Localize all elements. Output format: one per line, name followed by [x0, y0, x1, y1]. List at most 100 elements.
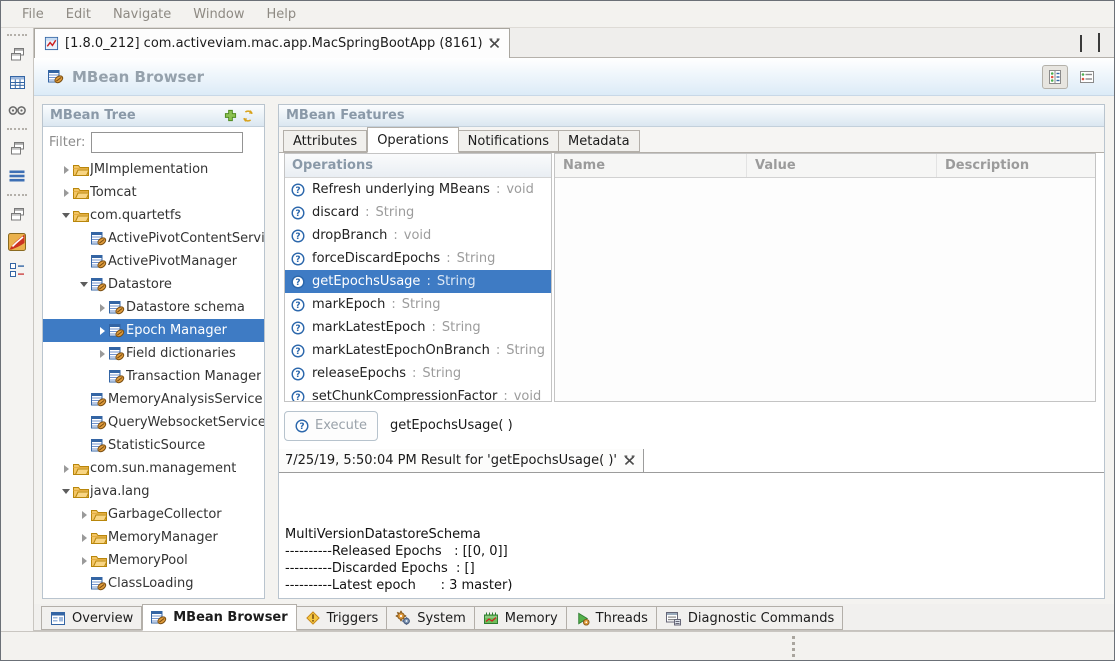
- menu-item-file[interactable]: File: [11, 3, 55, 26]
- bottom-tab-label: Diagnostic Commands: [688, 611, 834, 626]
- list-view-button[interactable]: [1074, 65, 1100, 89]
- menu-item-help[interactable]: Help: [256, 3, 308, 26]
- toolbar-button-cascade-windows[interactable]: [4, 41, 30, 67]
- execute-button[interactable]: ? Execute: [284, 411, 378, 441]
- operation-item-marklatestepoch[interactable]: ?markLatestEpoch : String: [285, 316, 551, 339]
- add-connection-button[interactable]: [221, 107, 239, 125]
- tree-item-label: Transaction Manager: [126, 369, 261, 384]
- menu-item-edit[interactable]: Edit: [55, 3, 102, 26]
- operations-list-panel: Operations ?Refresh underlying MBeans : …: [284, 153, 552, 402]
- expander-icon[interactable]: [95, 327, 109, 335]
- bottom-tab-triggers[interactable]: Triggers: [297, 606, 388, 630]
- question-icon: ?: [295, 419, 309, 433]
- bottom-tab-mbean-browser[interactable]: MBean Browser: [142, 604, 296, 631]
- maximize-button[interactable]: [1098, 36, 1100, 51]
- operation-item-markepoch[interactable]: ?markEpoch : String: [285, 293, 551, 316]
- tree-item-memorypool[interactable]: MemoryPool: [43, 549, 264, 572]
- tree-item-datastore-schema[interactable]: Datastore schema: [43, 296, 264, 319]
- refresh-button[interactable]: [239, 107, 257, 125]
- filter-input[interactable]: [91, 132, 243, 153]
- bottom-tab-memory[interactable]: Memory: [475, 606, 567, 630]
- tab-attributes[interactable]: Attributes: [283, 130, 367, 152]
- tree-item-memoryanalysisservice[interactable]: MemoryAnalysisService: [43, 388, 264, 411]
- close-icon[interactable]: [624, 455, 635, 466]
- column-header-description[interactable]: Description: [937, 154, 1095, 177]
- toolbar-button-data-table[interactable]: [4, 69, 30, 95]
- split-view-button[interactable]: [1042, 65, 1068, 89]
- overview-icon: [50, 611, 66, 626]
- expander-icon[interactable]: [77, 511, 91, 519]
- tree-item-datastore[interactable]: Datastore: [43, 273, 264, 296]
- tree-item-com-sun-management[interactable]: com.sun.management: [43, 457, 264, 480]
- expander-icon[interactable]: [95, 350, 109, 358]
- minimize-button[interactable]: [1080, 36, 1082, 51]
- toolbar-button-cascade-windows[interactable]: [4, 135, 30, 161]
- operation-item-dropbranch[interactable]: ?dropBranch : void: [285, 224, 551, 247]
- tree-item-tomcat[interactable]: Tomcat: [43, 181, 264, 204]
- tree-item-statisticsource[interactable]: StatisticSource: [43, 434, 264, 457]
- tree-item-field-dictionaries[interactable]: Field dictionaries: [43, 342, 264, 365]
- operation-return-type: String: [442, 320, 481, 335]
- drag-handle-icon[interactable]: [792, 636, 795, 657]
- tree-item-memorymanager[interactable]: MemoryManager: [43, 526, 264, 549]
- close-icon[interactable]: [489, 38, 500, 49]
- tree-item-garbagecollector[interactable]: GarbageCollector: [43, 503, 264, 526]
- bottom-tab-diagnostic-commands[interactable]: Diagnostic Commands: [657, 606, 843, 630]
- operation-item-setchunkcompressionfactor[interactable]: ?setChunkCompressionFactor : void: [285, 385, 551, 401]
- toolbar-button-list-lines[interactable]: [4, 163, 30, 189]
- tree-item-activepivotmanager[interactable]: ActivePivotManager: [43, 250, 264, 273]
- tree-item-epoch-manager[interactable]: Epoch Manager: [43, 319, 264, 342]
- application-tab[interactable]: [1.8.0_212] com.activeviam.mac.app.MacSp…: [34, 28, 510, 58]
- bottom-tab-system[interactable]: System: [387, 606, 474, 630]
- toolbar-button-visualvm-logo[interactable]: [4, 229, 30, 255]
- column-header-value[interactable]: Value: [747, 154, 937, 177]
- list-view-icon: [1079, 69, 1095, 85]
- execute-row: ? Execute getEpochsUsage( ): [279, 409, 1104, 442]
- menu-item-window[interactable]: Window: [182, 3, 255, 26]
- question-icon: ?: [291, 252, 306, 266]
- expander-icon[interactable]: [77, 534, 91, 542]
- tree-item-com-quartetfs[interactable]: com.quartetfs: [43, 204, 264, 227]
- operation-item-releaseepochs[interactable]: ?releaseEpochs : String: [285, 362, 551, 385]
- operation-item-forcediscardepochs[interactable]: ?forceDiscardEpochs : String: [285, 247, 551, 270]
- operation-item-getepochsusage[interactable]: ?getEpochsUsage : String: [285, 270, 551, 293]
- operation-item-refresh-underlying-mbeans[interactable]: ?Refresh underlying MBeans : void: [285, 178, 551, 201]
- toolbar-button-snapshots[interactable]: [4, 97, 30, 123]
- cascade-windows-icon: [9, 140, 26, 156]
- operation-item-marklatestepochonbranch[interactable]: ?markLatestEpochOnBranch : String: [285, 339, 551, 362]
- structure-view-icon: [9, 262, 25, 278]
- tab-operations[interactable]: Operations: [367, 127, 458, 153]
- tree-item-java-lang[interactable]: java.lang: [43, 480, 264, 503]
- menu-item-navigate[interactable]: Navigate: [102, 3, 182, 26]
- expander-icon[interactable]: [95, 304, 109, 312]
- operation-item-discard[interactable]: ?discard : String: [285, 201, 551, 224]
- expander-icon[interactable]: [59, 489, 73, 494]
- expander-icon[interactable]: [59, 189, 73, 197]
- tab-notifications[interactable]: Notifications: [459, 130, 559, 152]
- toolbar-button-cascade-windows[interactable]: [4, 201, 30, 227]
- bottom-tab-label: MBean Browser: [173, 610, 287, 625]
- tree-item-activepivotcontentservi[interactable]: ActivePivotContentServi: [43, 227, 264, 250]
- bottom-tab-overview[interactable]: Overview: [41, 606, 142, 630]
- expander-icon[interactable]: [59, 465, 73, 473]
- tree-item-classloading[interactable]: ClassLoading: [43, 572, 264, 595]
- toolbar-button-structure-view[interactable]: [4, 257, 30, 283]
- bottom-tab-threads[interactable]: Threads: [567, 606, 657, 630]
- expander-icon[interactable]: [77, 557, 91, 565]
- tree-item-querywebsocketservice[interactable]: QueryWebsocketService: [43, 411, 264, 434]
- bottom-tab-label: Threads: [596, 611, 648, 626]
- result-line: ----------Discarded Epochs : []: [285, 560, 1104, 577]
- mbean-features-title: MBean Features: [286, 108, 405, 123]
- content-area: MBean Tree Filter: JMImplementationTomca…: [34, 96, 1114, 604]
- column-header-name[interactable]: Name: [555, 154, 747, 177]
- operation-type-separator: :: [365, 205, 369, 220]
- expander-icon[interactable]: [59, 166, 73, 174]
- expander-icon[interactable]: [77, 282, 91, 287]
- tree-item-transaction-manager[interactable]: Transaction Manager: [43, 365, 264, 388]
- status-strip: [1, 631, 1114, 660]
- question-icon: ?: [291, 367, 306, 381]
- expander-icon[interactable]: [59, 213, 73, 218]
- tab-metadata[interactable]: Metadata: [559, 130, 640, 152]
- tree-item-jmimplementation[interactable]: JMImplementation: [43, 158, 264, 181]
- result-tab[interactable]: 7/25/19, 5:50:04 PM Result for 'getEpoch…: [279, 449, 644, 472]
